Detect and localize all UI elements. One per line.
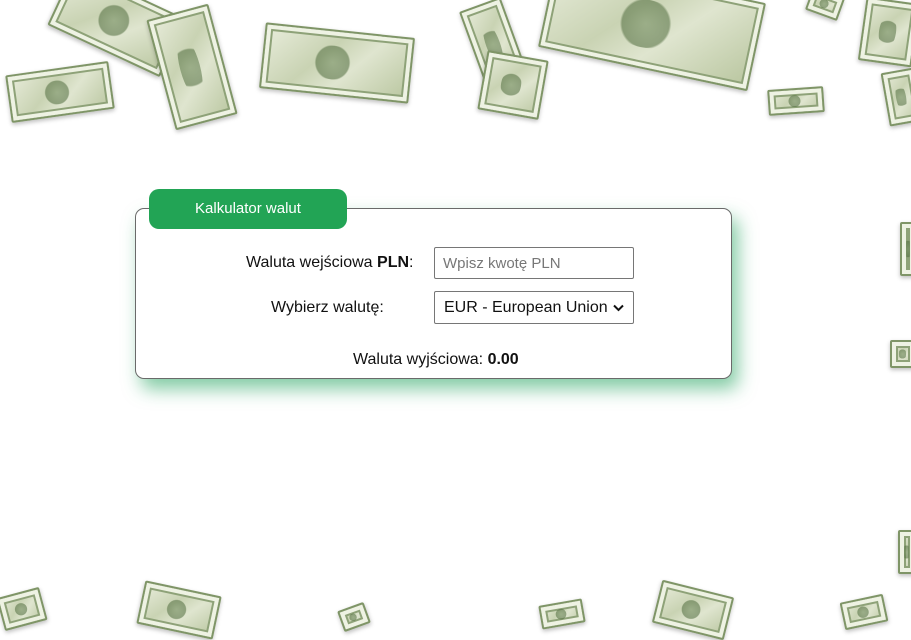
selected-currency: EUR - European Union: [444, 298, 608, 316]
dollar-bill-image: [767, 86, 825, 116]
dollar-bill-image: [258, 22, 416, 104]
dollar-bill-image: [0, 586, 48, 632]
dollar-bill-image: [5, 60, 115, 124]
dollar-bill-image: [839, 593, 889, 631]
chevron-down-icon: [613, 301, 624, 315]
dollar-bill-image: [337, 601, 371, 633]
dollar-bill-image: [651, 579, 735, 640]
dollar-bill-image: [537, 0, 767, 92]
dollar-bill-image: [857, 0, 911, 68]
dollar-bill-image: [898, 530, 911, 574]
output-value: 0.00: [487, 351, 519, 368]
input-label-suffix: :: [409, 254, 414, 271]
input-label-currency: PLN: [377, 254, 410, 271]
input-currency-label: Waluta wejściowa PLN:: [246, 254, 413, 272]
pln-amount-input[interactable]: [434, 247, 634, 279]
dollar-bill-image: [477, 50, 549, 120]
dollar-bill-image: [890, 340, 911, 368]
dollar-bill-image: [900, 222, 911, 276]
dollar-bill-image: [804, 0, 846, 22]
dollar-bill-image: [136, 580, 222, 640]
currency-select[interactable]: EUR - European Union: [434, 291, 634, 324]
input-label-prefix: Waluta wejściowa: [246, 254, 378, 271]
dollar-bill-image: [146, 3, 238, 131]
output-label: Waluta wyjściowa:: [353, 351, 488, 368]
select-currency-label: Wybierz walutę:: [271, 299, 384, 316]
output-currency: Waluta wyjściowa: 0.00: [353, 351, 519, 369]
dollar-bill-image: [880, 67, 911, 127]
calculator-title: Kalkulator walut: [149, 189, 347, 229]
dollar-bill-image: [538, 598, 586, 630]
